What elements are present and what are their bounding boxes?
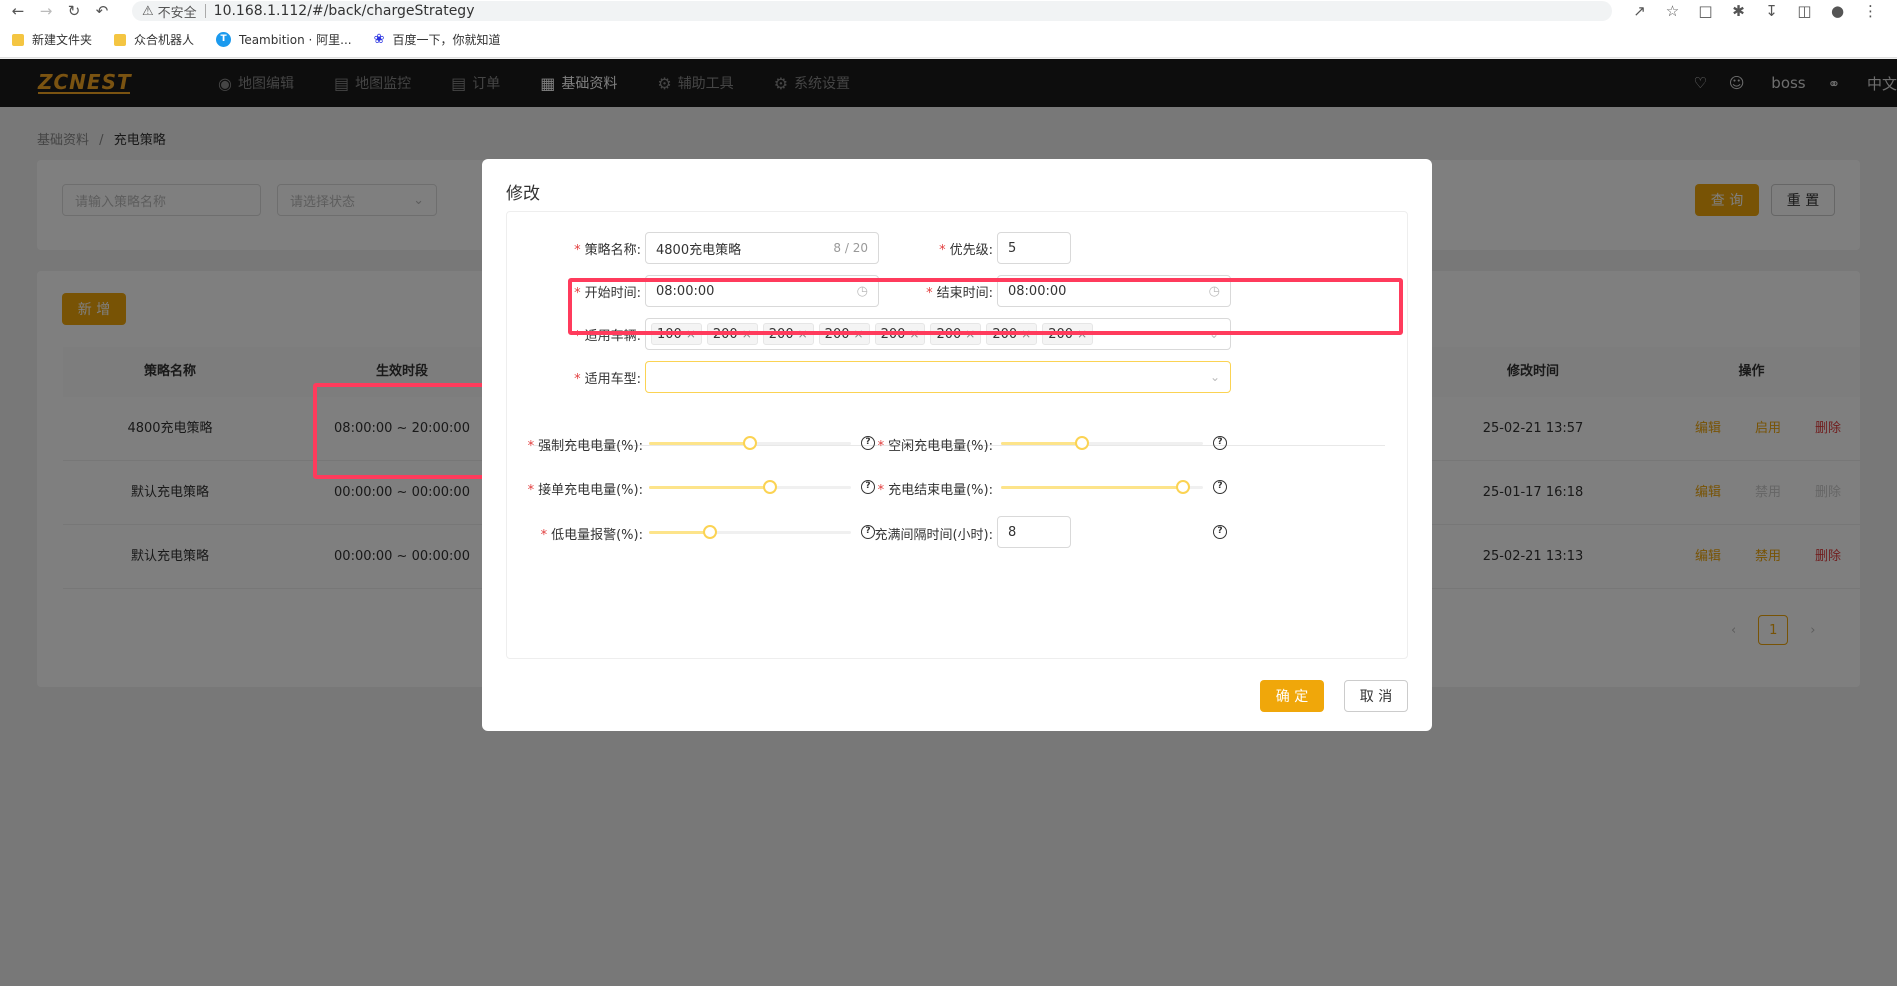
more-icon[interactable]: ⋮ [1854, 2, 1887, 20]
profile-icon[interactable]: ● [1821, 2, 1854, 20]
url-text: 10.168.1.112/#/back/chargeStrategy [213, 3, 475, 19]
edit-dialog: 修改 * 策略名称: 4800充电策略 8 / 20 * 优先级: 5 * 开始时间: … [482, 159, 1432, 731]
warning-icon: ⚠ [142, 3, 154, 19]
help-icon[interactable]: ? [1213, 480, 1227, 494]
address-bar[interactable]: ⚠ 不安全 10.168.1.112/#/back/chargeStrategy [132, 1, 1612, 21]
crop-icon[interactable]: □ [1689, 2, 1722, 20]
slider-handle[interactable] [702, 525, 717, 539]
slider-handle[interactable] [1175, 480, 1190, 494]
history-icon[interactable]: ↶ [92, 1, 112, 21]
priority-input[interactable]: 5 [997, 232, 1071, 264]
bookmark-folder-1[interactable]: 新建文件夹 [12, 31, 92, 48]
browser-toolbar: ← → ↻ ↶ ⚠ 不安全 10.168.1.112/#/back/charge… [0, 0, 1897, 22]
chevron-down-icon: ⌄ [1209, 370, 1220, 384]
force-charge-label: * 强制充电电量(%): [527, 439, 643, 454]
slider-handle[interactable] [1074, 436, 1089, 450]
char-count: 8 / 20 [833, 241, 868, 255]
idle-charge-label: * 空闲充电电量(%): [877, 439, 993, 454]
reload-icon[interactable]: ↻ [64, 1, 84, 21]
idle-charge-slider[interactable] [1001, 436, 1203, 450]
interval-label: 充满间隔时间(小时): [874, 528, 993, 543]
bookmark-label: Teambition · 阿里... [239, 33, 352, 47]
vehicle-type-select[interactable]: ⌄ [645, 361, 1231, 393]
teambition-icon: T [216, 32, 232, 47]
order-charge-label: * 接单充电电量(%): [527, 483, 643, 498]
folder-icon [114, 33, 127, 46]
highlight-time-row-box [568, 278, 1403, 335]
order-charge-slider[interactable] [649, 480, 851, 494]
highlight-period-box [313, 383, 489, 479]
star-icon[interactable]: ☆ [1656, 2, 1689, 20]
end-charge-label: * 充电结束电量(%): [877, 483, 993, 498]
help-icon[interactable]: ? [1213, 525, 1227, 539]
strategy-name-label: * 策略名称: [574, 243, 641, 258]
extensions-icon[interactable]: ✱ [1722, 2, 1755, 20]
baidu-paw-icon: ❀ [373, 32, 385, 47]
forward-icon[interactable]: → [36, 1, 56, 21]
bookmarks-bar: 新建文件夹 众合机器人 T Teambition · 阿里... ❀ 百度一下，你就… [0, 22, 1897, 58]
folder-icon [12, 33, 24, 46]
priority-label: * 优先级: [939, 243, 993, 258]
bookmark-label: 新建文件夹 [32, 33, 93, 47]
low-battery-label: * 低电量报警(%): [540, 528, 643, 543]
bookmark-folder-2[interactable]: 众合机器人 [114, 31, 194, 48]
cancel-button[interactable]: 取 消 [1344, 680, 1408, 712]
strategy-name-value: 4800充电策略 [656, 242, 742, 258]
help-icon[interactable]: ? [1213, 436, 1227, 450]
end-charge-slider[interactable] [1001, 480, 1203, 494]
interval-input[interactable]: 8 [997, 516, 1071, 548]
strategy-name-input[interactable]: 4800充电策略 8 / 20 [645, 232, 879, 264]
slider-handle[interactable] [763, 480, 778, 494]
address-separator [204, 4, 206, 18]
force-charge-slider[interactable] [649, 436, 851, 450]
dialog-title: 修改 [506, 184, 540, 204]
bookmark-baidu[interactable]: ❀ 百度一下，你就知道 [374, 31, 501, 48]
confirm-button[interactable]: 确 定 [1260, 680, 1324, 712]
low-battery-slider[interactable] [649, 525, 851, 539]
browser-actions: ↗ ☆ □ ✱ ↧ ◫ ● ⋮ [1623, 2, 1887, 20]
sidepanel-icon[interactable]: ◫ [1788, 2, 1821, 20]
help-icon[interactable]: ? [861, 480, 875, 494]
back-icon[interactable]: ← [8, 1, 28, 21]
insecure-label: 不安全 [157, 5, 197, 21]
share-icon[interactable]: ↗ [1623, 2, 1656, 20]
vehicle-type-label: * 适用车型: [574, 372, 641, 387]
help-icon[interactable]: ? [861, 436, 875, 450]
slider-handle[interactable] [743, 436, 757, 450]
bookmark-teambition[interactable]: T Teambition · 阿里... [216, 31, 352, 48]
bookmark-label: 众合机器人 [134, 33, 195, 47]
bookmark-label: 百度一下，你就知道 [392, 33, 501, 47]
download-icon[interactable]: ↧ [1755, 2, 1788, 20]
